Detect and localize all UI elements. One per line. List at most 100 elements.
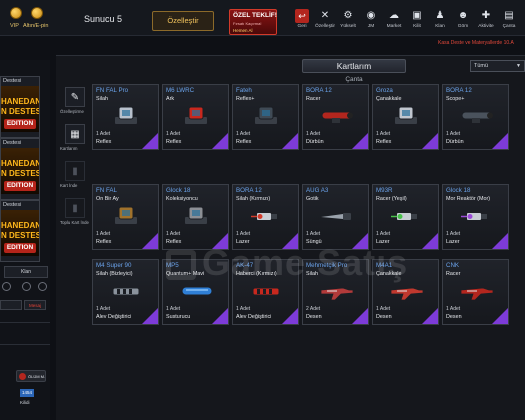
card-type: Silah: [96, 96, 108, 102]
attachment-card[interactable]: BORA 12 Racer 1 Adet Dürbün: [302, 84, 369, 150]
attachment-card[interactable]: BORA 12 Silah (Kırmızı) 1 Adet Lazer: [232, 184, 299, 250]
cards-tool-icon: ▦: [65, 124, 85, 144]
watermark: Game Satış: [166, 242, 408, 284]
nav-item-jm[interactable]: ◉ JM: [360, 9, 382, 35]
bayonet-icon: [319, 203, 355, 229]
card-quantity: 1 Adet: [236, 306, 251, 312]
attachment-card[interactable]: M93R Racer (Yeşil) 1 Adet Lazer: [372, 184, 439, 250]
nav-label: Aktivite: [478, 24, 494, 29]
card-quantity: 1 Adet: [166, 306, 181, 312]
attachment-card[interactable]: Glock 18 Mor Reaktör (Mor) 1 Adet Lazer: [442, 184, 509, 250]
attachment-card[interactable]: M4 Super 90 Silah (Bizleyici) 1 Adet Alev D…: [92, 259, 159, 325]
status-icon[interactable]: [38, 282, 47, 291]
nav-item-çanta[interactable]: ▤ Çanta: [498, 9, 520, 35]
left-panel: Destesi HANEDAN N DESTESİ EDITION Destes…: [0, 60, 50, 420]
tool-cards[interactable]: ▦ Kartlarım: [60, 124, 86, 151]
nav-label: Yükselt: [340, 24, 356, 29]
page-title: Kartlarım: [302, 59, 406, 73]
deck-card[interactable]: Destesi HANEDAN N DESTESİ EDITION: [0, 76, 40, 138]
attachment-card[interactable]: CNK Racer 1 Adet Desen: [442, 259, 509, 325]
card-bundle-icon: ▮: [65, 161, 85, 181]
card-quantity: 2 Adet: [306, 306, 321, 312]
server-name: Sunucu 5: [84, 14, 123, 24]
tool-customize[interactable]: ✎ Özelleştirme: [60, 87, 86, 114]
deck-banner: HANEDAN N DESTESİ EDITION: [1, 86, 39, 132]
deck-line2: N DESTESİ: [1, 169, 39, 178]
attachment-card[interactable]: Glock 18 Koleksiyoncu 1 Adet Reflex: [162, 184, 229, 250]
reflex-sight-icon: [249, 103, 285, 129]
clan-button[interactable]: Klan: [4, 266, 48, 278]
small-action-button[interactable]: [0, 300, 22, 310]
nav-item-kilit[interactable]: ▣ Kilit: [406, 9, 428, 35]
clan-icon: ♟: [435, 9, 445, 21]
nav-label: Klan: [435, 24, 445, 29]
card-attachment: Dürbün: [306, 139, 324, 145]
deck-card[interactable]: Destesi HANEDAN N DESTESİ EDITION: [0, 200, 40, 262]
customize-button[interactable]: Özelleştir: [152, 11, 214, 31]
tool-label: Özelleştirme: [60, 109, 84, 114]
card-type: Ark: [166, 96, 175, 102]
card-attachment: Desen: [376, 314, 392, 320]
ticker-text: Kasa Deste ve Materyallerde 10.A: [438, 40, 514, 46]
reflex-sight-icon: [109, 203, 145, 229]
tool-bulk-card[interactable]: ▮ Toplu Kart İnde: [60, 198, 89, 225]
nav-item-göm[interactable]: ☻ Göm: [452, 9, 474, 35]
deck-edition: EDITION: [4, 181, 36, 191]
nav-item-market[interactable]: ☁ Market: [383, 9, 405, 35]
card-quantity: 1 Adet: [236, 231, 251, 237]
deck-edition: EDITION: [4, 243, 36, 253]
attachment-card[interactable]: Fateh Reflex+ 1 Adet Reflex: [232, 84, 299, 150]
rarity-corner: [492, 133, 508, 149]
attachment-card[interactable]: FN FAL On Bir Ay 1 Adet Reflex: [92, 184, 159, 250]
bag-icon: ▤: [504, 9, 514, 21]
nav-item-aks[interactable]: ⚑AKS: [521, 9, 525, 35]
nav-label: Çanta: [502, 24, 516, 29]
back-icon: ↩: [295, 9, 309, 23]
scope-icon: [319, 103, 355, 129]
card-quantity: 1 Adet: [306, 231, 321, 237]
card-type: Mor Reaktör (Mor): [446, 196, 491, 202]
laser-icon: [459, 203, 495, 229]
attachment-card[interactable]: M6 LWRC Ark 1 Adet Reflex: [162, 84, 229, 150]
rarity-corner: [422, 133, 438, 149]
nav-item-özelleştir[interactable]: ✕ Özelleştir: [314, 9, 336, 35]
attachment-card[interactable]: BORA 12 Scope+ 1 Adet Dürbün: [442, 84, 509, 150]
card-attachment: Reflex: [236, 139, 252, 145]
attachment-card[interactable]: FN FAL Pro Silah 1 Adet Reflex: [92, 84, 159, 150]
badge-text: ÖLÜM M.: [28, 374, 46, 379]
attachment-card[interactable]: Groza Çanakkale 1 Adet Reflex: [372, 84, 439, 150]
rarity-corner: [352, 133, 368, 149]
offer-subtitle: Fırsatı Kaçırma!: [233, 21, 262, 26]
reflex-sight-icon: [389, 103, 425, 129]
laser-icon: [249, 203, 285, 229]
nav-item-klan[interactable]: ♟ Klan: [429, 9, 451, 35]
message-button[interactable]: Mesaj: [24, 300, 46, 310]
card-type: On Bir Ay: [96, 196, 119, 202]
card-quantity: 1 Adet: [376, 131, 391, 137]
card-name: M4 Super 90: [96, 262, 132, 269]
attachment-card[interactable]: AUG A3 Gotik 1 Adet Süngü: [302, 184, 369, 250]
status-icon[interactable]: [2, 282, 11, 291]
page-subtitle: Çanta: [345, 76, 363, 83]
tool-card-bundle[interactable]: ▮ Kart İnde: [60, 161, 86, 188]
market-icon: ☁: [389, 9, 399, 21]
card-attachment: Desen: [306, 314, 322, 320]
nav-item-yükselt[interactable]: ⚙ Yükselt: [337, 9, 359, 35]
rarity-corner: [142, 308, 158, 324]
laser-icon: [389, 203, 425, 229]
friends-icon: ☻: [457, 9, 469, 21]
nav-item-geri[interactable]: ↩ Geri: [291, 9, 313, 35]
card-attachment: Desen: [446, 314, 462, 320]
special-offer-banner[interactable]: ÖZEL TEKLİF! Fırsatı Kaçırma! Hemen Al: [229, 9, 277, 35]
nav-label: Market: [386, 24, 402, 29]
nav-item-aktivite[interactable]: ✚ Aktivite: [475, 9, 497, 35]
status-icon[interactable]: [22, 282, 31, 291]
player-badge[interactable]: ÖLÜM M.: [16, 370, 46, 382]
card-type: Koleksiyoncu: [166, 196, 198, 202]
cards-panel: Kartlarım Çanta Tümü ▼ ✎ Özelleştirme ▦ …: [56, 55, 525, 420]
deck-card[interactable]: Destesi HANEDAN N DESTESİ EDITION: [0, 138, 40, 200]
card-quantity: 1 Adet: [446, 231, 461, 237]
filter-dropdown[interactable]: Tümü ▼: [470, 60, 525, 72]
vip-coin-icon[interactable]: [10, 7, 22, 19]
gold-coin-icon[interactable]: [31, 7, 43, 19]
